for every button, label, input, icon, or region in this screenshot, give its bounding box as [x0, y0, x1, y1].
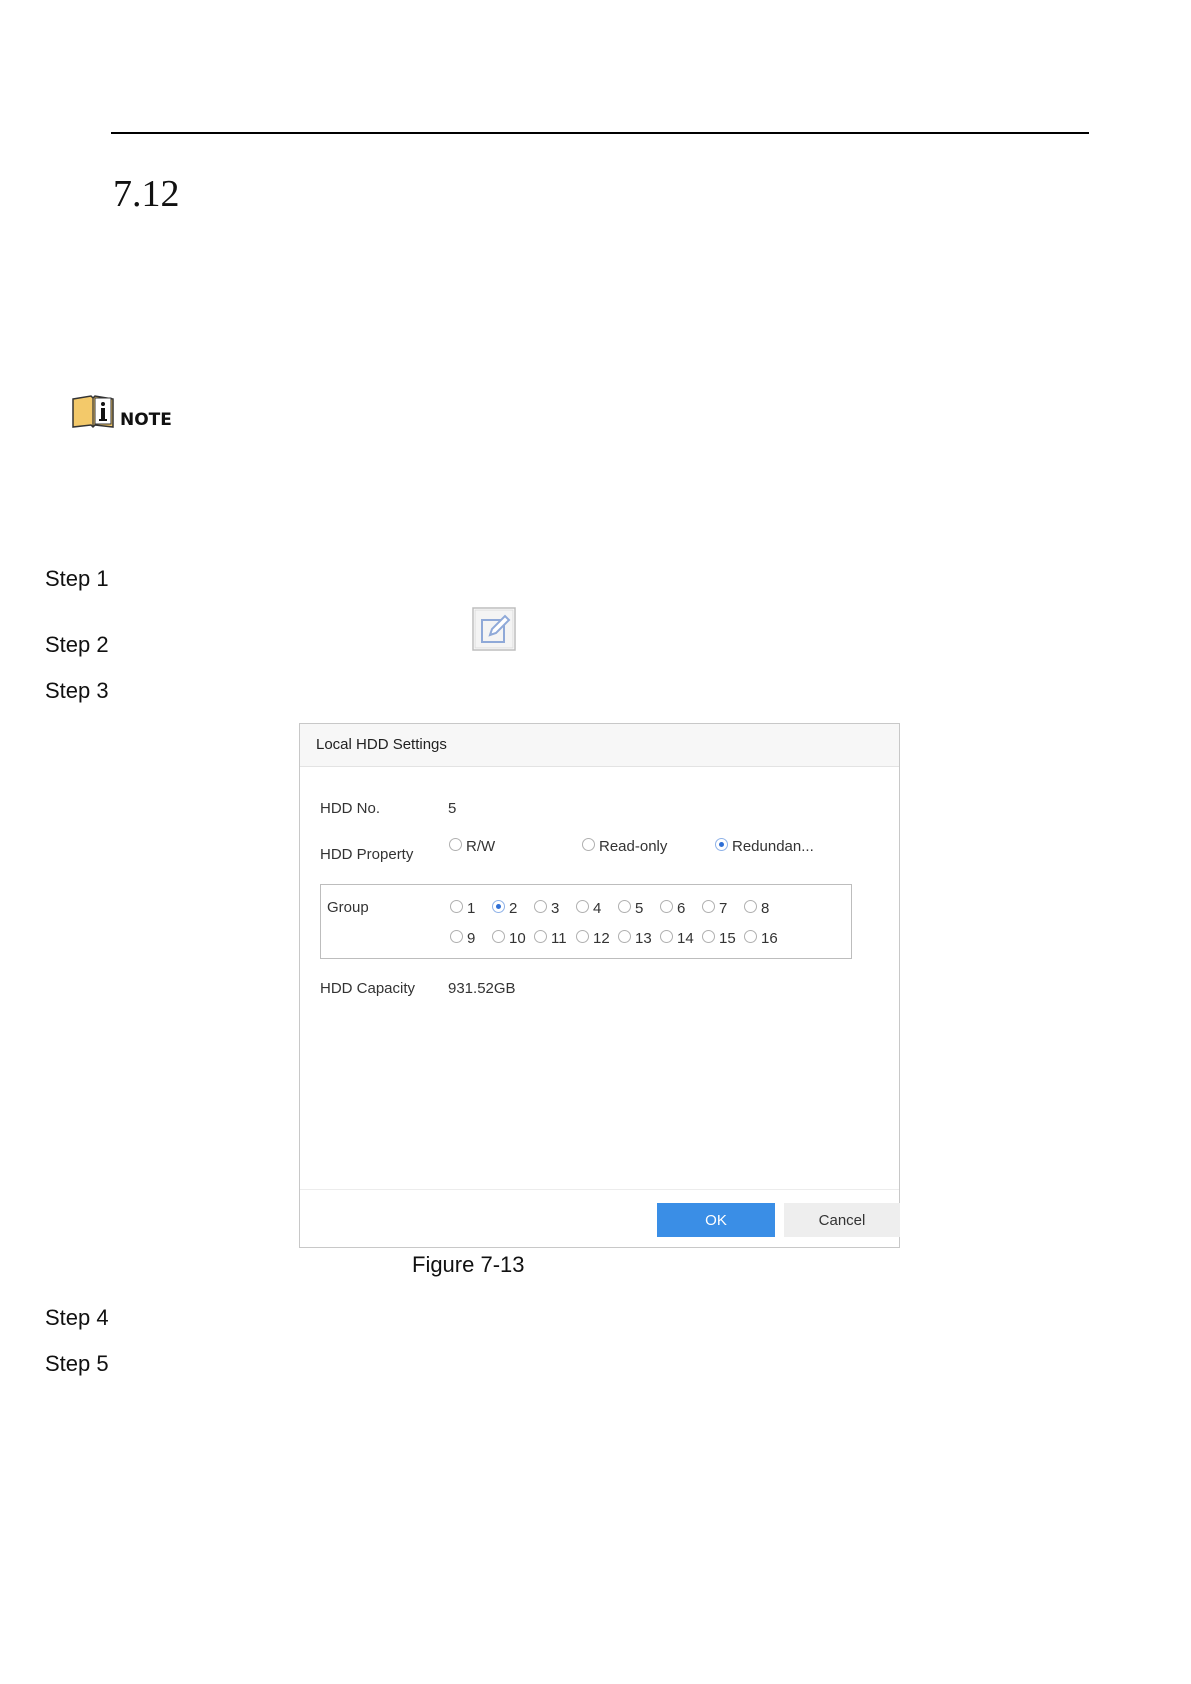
group-6-label: 6: [677, 900, 686, 917]
group-1-label: 1: [467, 900, 476, 917]
group-3-label: 3: [551, 900, 560, 917]
group-7-radio[interactable]: [702, 900, 715, 913]
edit-icon: [472, 607, 516, 651]
dialog-footer-divider: [300, 1189, 899, 1190]
group-16-label: 16: [761, 930, 778, 947]
group-9-radio[interactable]: [450, 930, 463, 943]
group-13-radio[interactable]: [618, 930, 631, 943]
cancel-button[interactable]: Cancel: [784, 1203, 900, 1237]
group-12-radio[interactable]: [576, 930, 589, 943]
group-6-radio[interactable]: [660, 900, 673, 913]
group-5-radio[interactable]: [618, 900, 631, 913]
group-label: Group: [327, 899, 369, 916]
property-redundant-label: Redundan...: [732, 838, 814, 855]
property-rw-radio[interactable]: [449, 838, 462, 851]
group-11-label: 11: [551, 930, 567, 947]
note-info-icon: [72, 395, 114, 429]
group-8-radio[interactable]: [744, 900, 757, 913]
step-4-label: Step 4: [45, 1305, 109, 1330]
property-readonly-label: Read-only: [599, 838, 668, 855]
section-number: 7.12: [113, 173, 180, 215]
group-14-radio[interactable]: [660, 930, 673, 943]
group-10-label: 10: [509, 930, 526, 947]
group-13-label: 13: [635, 930, 652, 947]
group-7-label: 7: [719, 900, 728, 917]
step-3-label: Step 3: [45, 678, 109, 703]
property-redundant-radio[interactable]: [715, 838, 728, 851]
note-label: NOTE: [120, 410, 172, 430]
group-3-radio[interactable]: [534, 900, 547, 913]
hdd-no-value: 5: [448, 800, 457, 817]
group-box: Group 1 2 3 4 5 6 7 8 9 10 11 12 13 14 1…: [320, 884, 852, 959]
group-15-radio[interactable]: [702, 930, 715, 943]
group-12-label: 12: [593, 930, 610, 947]
header-rule: [111, 132, 1089, 134]
group-9-label: 9: [467, 930, 476, 947]
hdd-capacity-label: HDD Capacity: [320, 980, 416, 997]
group-4-radio[interactable]: [576, 900, 589, 913]
group-5-label: 5: [635, 900, 644, 917]
step-2-label: Step 2: [45, 632, 109, 657]
hdd-no-label: HDD No.: [320, 800, 381, 817]
local-hdd-settings-dialog: Local HDD Settings HDD No. 5 HDD Propert…: [299, 723, 900, 1248]
hdd-property-label: HDD Property: [320, 846, 414, 863]
ok-button[interactable]: OK: [657, 1203, 775, 1237]
hdd-capacity-value: 931.52GB: [448, 980, 516, 997]
property-readonly-radio[interactable]: [582, 838, 595, 851]
dialog-title: Local HDD Settings: [316, 736, 447, 753]
dialog-title-bar: Local HDD Settings: [300, 724, 899, 767]
group-11-radio[interactable]: [534, 930, 547, 943]
group-15-label: 15: [719, 930, 736, 947]
group-14-label: 14: [677, 930, 694, 947]
group-1-radio[interactable]: [450, 900, 463, 913]
step-5-label: Step 5: [45, 1351, 109, 1376]
step-1-label: Step 1: [45, 566, 109, 591]
group-10-radio[interactable]: [492, 930, 505, 943]
group-16-radio[interactable]: [744, 930, 757, 943]
group-4-label: 4: [593, 900, 602, 917]
property-rw-label: R/W: [466, 838, 496, 855]
group-8-label: 8: [761, 900, 770, 917]
group-2-radio[interactable]: [492, 900, 505, 913]
figure-caption: Figure 7-13: [412, 1252, 525, 1277]
group-2-label: 2: [509, 900, 518, 917]
